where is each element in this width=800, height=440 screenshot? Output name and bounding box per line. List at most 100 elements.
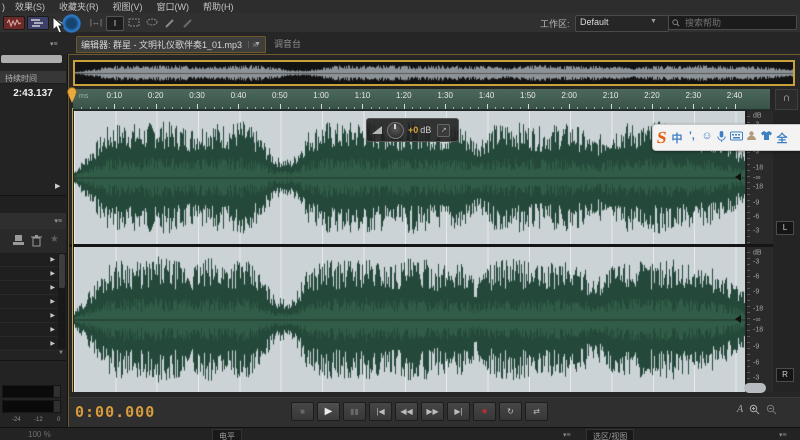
scroll-handle[interactable] bbox=[744, 383, 766, 393]
slip-tool-icon[interactable]: |↔| bbox=[88, 16, 104, 29]
list-item[interactable]: ▶ bbox=[0, 295, 58, 309]
volume-hud[interactable]: +0 dB ↗ bbox=[366, 118, 459, 142]
list-item[interactable]: ▶ bbox=[0, 309, 58, 323]
meter-left bbox=[2, 385, 54, 398]
duration-header: 持续时间 bbox=[0, 71, 66, 84]
panel-menu-icon[interactable]: ▾≡ bbox=[563, 431, 571, 439]
playhead-pin-icon[interactable] bbox=[66, 87, 78, 105]
ruler-minor-tick bbox=[106, 107, 107, 109]
expand-arrow-icon[interactable]: ▶ bbox=[50, 312, 55, 319]
timeline-ruler[interactable]: ms 0:100:200:300:400:501:001:101:201:301… bbox=[73, 89, 770, 110]
ruler-minor-tick bbox=[387, 107, 388, 109]
menu-item[interactable]: 收藏夹(R) bbox=[52, 2, 106, 12]
time-selection-tool-icon[interactable]: I bbox=[106, 16, 124, 31]
expand-arrow-icon[interactable]: ▶ bbox=[50, 284, 55, 291]
play-button[interactable]: ▶ bbox=[317, 402, 340, 421]
list-item[interactable]: ▶ bbox=[0, 267, 58, 281]
scrollbar-thumb[interactable] bbox=[59, 254, 65, 288]
duration-value: 2:43.137 bbox=[0, 88, 66, 99]
expand-arrow-icon[interactable]: ▶ bbox=[55, 182, 60, 190]
scroll-down-icon[interactable]: ▼ bbox=[58, 350, 64, 356]
skip-selection-button[interactable]: ⇄ bbox=[525, 402, 548, 421]
list-item[interactable]: ▶ bbox=[0, 337, 58, 351]
panel-menu-icon[interactable]: ▾≡ bbox=[779, 431, 787, 439]
headphone-monitor-icon[interactable]: ∩ bbox=[775, 89, 798, 110]
waveform-channel-right[interactable] bbox=[74, 247, 745, 392]
db-label: -∞ bbox=[753, 174, 760, 181]
voice-input-icon[interactable] bbox=[714, 130, 729, 146]
chinese-mode-icon[interactable]: 中 bbox=[669, 130, 684, 146]
hud-pin-icon[interactable]: ↗ bbox=[437, 124, 450, 137]
panel-menu-icon[interactable]: ▾≡ bbox=[54, 217, 62, 225]
sogou-logo-icon[interactable]: S bbox=[656, 128, 668, 148]
skip-to-end-button[interactable]: ▶| bbox=[447, 402, 470, 421]
soft-keyboard-icon[interactable] bbox=[729, 130, 744, 146]
expand-arrow-icon[interactable]: ▶ bbox=[50, 298, 55, 305]
meter-scale-label: -12 bbox=[34, 417, 43, 423]
search-input[interactable] bbox=[683, 17, 792, 29]
channel-handle-column: L R bbox=[773, 111, 800, 392]
tab-mixer[interactable]: 调音台 bbox=[264, 36, 311, 51]
search-help-box[interactable] bbox=[668, 15, 797, 30]
zoom-in-icon[interactable] bbox=[749, 404, 760, 415]
expand-arrow-icon[interactable]: ▶ bbox=[50, 270, 55, 277]
ruler-minor-tick bbox=[255, 107, 256, 109]
marquee-selection-tool-icon[interactable] bbox=[126, 16, 142, 29]
punctuation-icon[interactable]: ', bbox=[684, 130, 699, 146]
pause-button[interactable]: ▮▮ bbox=[343, 402, 366, 421]
tab-selection-view[interactable]: 选区/视图 bbox=[586, 429, 634, 440]
fast-forward-button[interactable]: ▶▶ bbox=[421, 402, 444, 421]
right-channel-handle[interactable]: R bbox=[776, 368, 794, 382]
ruler-minor-tick bbox=[702, 107, 703, 109]
meter-scale-label: 0 bbox=[57, 417, 60, 423]
gain-value[interactable]: +0 bbox=[408, 125, 418, 135]
menu-item[interactable]: 视图(V) bbox=[106, 2, 150, 12]
menu-item[interactable]: 效果(S) bbox=[8, 2, 52, 12]
ruler-tick-label: 2:10 bbox=[603, 91, 619, 100]
lasso-selection-tool-icon[interactable] bbox=[144, 16, 160, 29]
trash-icon[interactable] bbox=[30, 234, 43, 247]
tab-levels[interactable]: 电平 bbox=[212, 429, 242, 440]
panel-menu-icon[interactable]: ▾≡ bbox=[50, 40, 58, 48]
close-icon[interactable]: × bbox=[252, 40, 257, 50]
loop-playback-button[interactable]: ↻ bbox=[499, 402, 522, 421]
full-half-width-icon[interactable]: 全 bbox=[774, 130, 789, 146]
expand-arrow-icon[interactable]: ▶ bbox=[50, 340, 55, 347]
waveform-view-button[interactable] bbox=[3, 16, 25, 30]
main-toolbar: ▶ |↔| I 工作区: Default ▼ bbox=[0, 13, 800, 33]
menu-item[interactable]: 帮助(H) bbox=[196, 2, 241, 12]
left-channel-handle[interactable]: L bbox=[776, 221, 794, 235]
multitrack-view-button[interactable] bbox=[27, 16, 49, 30]
effects-panel-toolbar: ★ bbox=[0, 229, 66, 254]
expand-arrow-icon[interactable]: ▶ bbox=[50, 326, 55, 333]
wardrobe-icon[interactable] bbox=[759, 130, 774, 146]
zoom-out-icon[interactable] bbox=[766, 404, 777, 415]
ruler-minor-tick bbox=[214, 107, 215, 109]
skip-to-start-button[interactable]: |◀ bbox=[369, 402, 392, 421]
expand-arrow-icon[interactable]: ▶ bbox=[50, 256, 55, 263]
spot-healing-brush-tool-icon[interactable] bbox=[180, 16, 196, 29]
preset-icon[interactable] bbox=[12, 234, 25, 247]
sidebar-scroll-handle[interactable] bbox=[1, 55, 62, 63]
rewind-button[interactable]: ◀◀ bbox=[395, 402, 418, 421]
db-label: dB bbox=[753, 113, 762, 120]
playhead-line[interactable] bbox=[72, 108, 73, 392]
channel-divider bbox=[69, 244, 800, 247]
emoji-icon[interactable]: ☺ bbox=[699, 130, 714, 146]
skin-icon[interactable] bbox=[744, 130, 759, 146]
stop-button[interactable]: ■ bbox=[291, 402, 314, 421]
list-item[interactable]: ▶ bbox=[0, 281, 58, 295]
list-item[interactable]: ▶ bbox=[0, 253, 58, 267]
playhead-time-display[interactable]: 0:00.000 bbox=[75, 403, 155, 421]
favorite-star-icon[interactable]: ★ bbox=[50, 234, 59, 245]
paintbrush-tool-icon[interactable] bbox=[162, 16, 178, 29]
menu-item[interactable]: 窗口(W) bbox=[150, 2, 197, 12]
ruler-tick-label: 2:00 bbox=[561, 91, 577, 100]
tab-editor[interactable]: 编辑器: 群星 - 文明礼仪歌伴奏1_01.mp3 ▼ bbox=[76, 36, 266, 53]
list-item[interactable]: ▶ bbox=[0, 323, 58, 337]
record-button[interactable]: ● bbox=[473, 402, 496, 421]
zoom-amplitude-label[interactable]: A bbox=[737, 404, 743, 415]
gain-knob[interactable] bbox=[387, 122, 404, 139]
overview-range-bar[interactable] bbox=[73, 60, 795, 86]
chevron-down-icon[interactable]: ▼ bbox=[650, 18, 657, 25]
